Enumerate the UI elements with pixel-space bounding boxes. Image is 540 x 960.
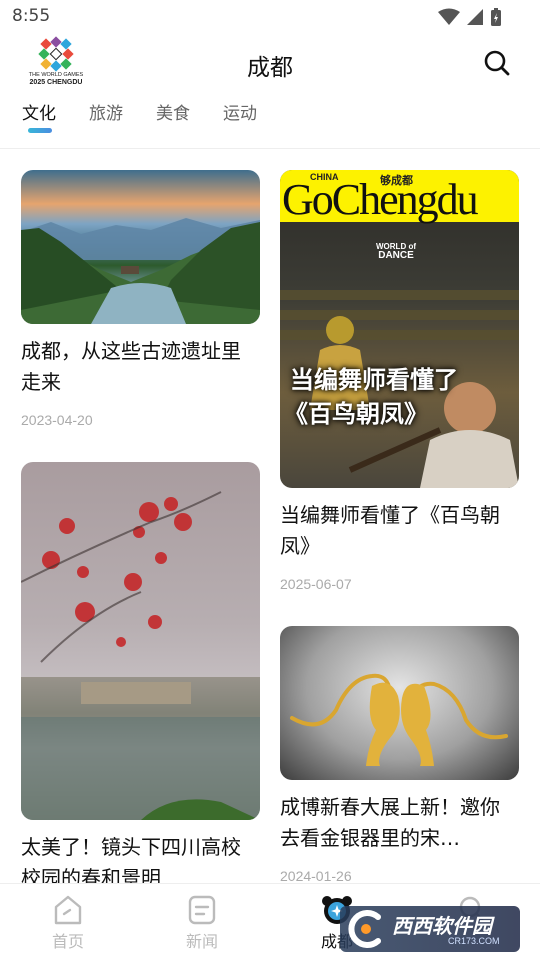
nav-label: 新闻 [185, 932, 218, 951]
status-time: 8:55 [12, 6, 51, 26]
article-date: 2023-04-20 [21, 412, 93, 428]
nav-home[interactable]: 首页 [28, 894, 108, 952]
article-title: 当编舞师看懂了《百鸟朝凤》 [280, 503, 500, 558]
article-title: 太美了！镜头下四川高校校园的春和景明 [21, 835, 241, 883]
image-overlay-line-1: 当编舞师看懂了 [290, 366, 458, 394]
site-watermark: 西西软件园 CR173.COM [340, 906, 520, 952]
active-tab-indicator [28, 128, 52, 133]
app-header: THE WORLD GAMES 2025 CHENGDU 成都 [0, 34, 540, 94]
article-title: 成博新春大展上新！邀你去看金银器里的宋… [280, 795, 500, 850]
battery-icon [491, 8, 501, 26]
tab-label: 美食 [156, 104, 190, 124]
tab-label: 旅游 [89, 104, 123, 124]
category-tabs: 文化 旅游 美食 运动 [22, 100, 290, 136]
article-card[interactable]: CHINA 够成都 GoChengdu WORLD of DANCE 当编舞师看… [280, 170, 519, 592]
tab-culture[interactable]: 文化 [22, 100, 56, 136]
content-area: 8:55 THE WORLD GAMES 2025 CHENGDU 成都 文化 … [0, 0, 540, 883]
header-divider [0, 148, 540, 149]
nav-news[interactable]: 新闻 [162, 894, 242, 952]
status-bar: 8:55 [0, 0, 540, 34]
tab-label: 文化 [22, 104, 56, 124]
mountain-landscape-image [21, 218, 260, 324]
article-card[interactable]: 太美了！镜头下四川高校校园的春和景明 [21, 462, 260, 883]
dance-badge: WORLD of DANCE [368, 242, 424, 261]
wifi-icon [438, 8, 460, 25]
watermark-logo-icon [348, 910, 381, 948]
tab-food[interactable]: 美食 [156, 100, 190, 136]
badge-line-2: DANCE [378, 250, 414, 261]
dance-scene-image [280, 290, 519, 488]
system-icons [438, 7, 502, 27]
tab-sports[interactable]: 运动 [223, 100, 257, 136]
article-date: 2024-01-26 [280, 868, 352, 883]
article-card[interactable]: 成都，从这些古迹遗址里走来 2023-04-20 [21, 170, 260, 428]
signal-icon [467, 9, 483, 25]
nav-label: 首页 [51, 932, 84, 951]
article-card[interactable]: 成博新春大展上新！邀你去看金银器里的宋… 2024-01-26 [280, 626, 519, 883]
watermark-text: 西西软件园 [392, 914, 492, 938]
article-image-dance: CHINA 够成都 GoChengdu WORLD of DANCE 当编舞师看… [280, 170, 519, 488]
article-image-gold-ornaments [280, 626, 519, 780]
tab-travel[interactable]: 旅游 [89, 100, 123, 136]
image-overlay-line-2: 《百鸟朝凤》 [284, 400, 428, 428]
search-icon [484, 50, 510, 76]
page-title: 成都 [247, 55, 293, 81]
watermark-url: CR173.COM [448, 936, 500, 946]
campus-spring-image [21, 491, 260, 820]
article-image-landscape [21, 170, 260, 324]
news-icon [188, 895, 216, 925]
tab-label: 运动 [223, 104, 257, 124]
gold-hairpin-image [290, 673, 508, 766]
search-button[interactable] [482, 48, 512, 78]
home-icon [54, 895, 82, 925]
article-image-campus [21, 462, 260, 820]
article-title: 成都，从这些古迹遗址里走来 [21, 339, 241, 394]
article-date: 2025-06-07 [280, 576, 352, 592]
